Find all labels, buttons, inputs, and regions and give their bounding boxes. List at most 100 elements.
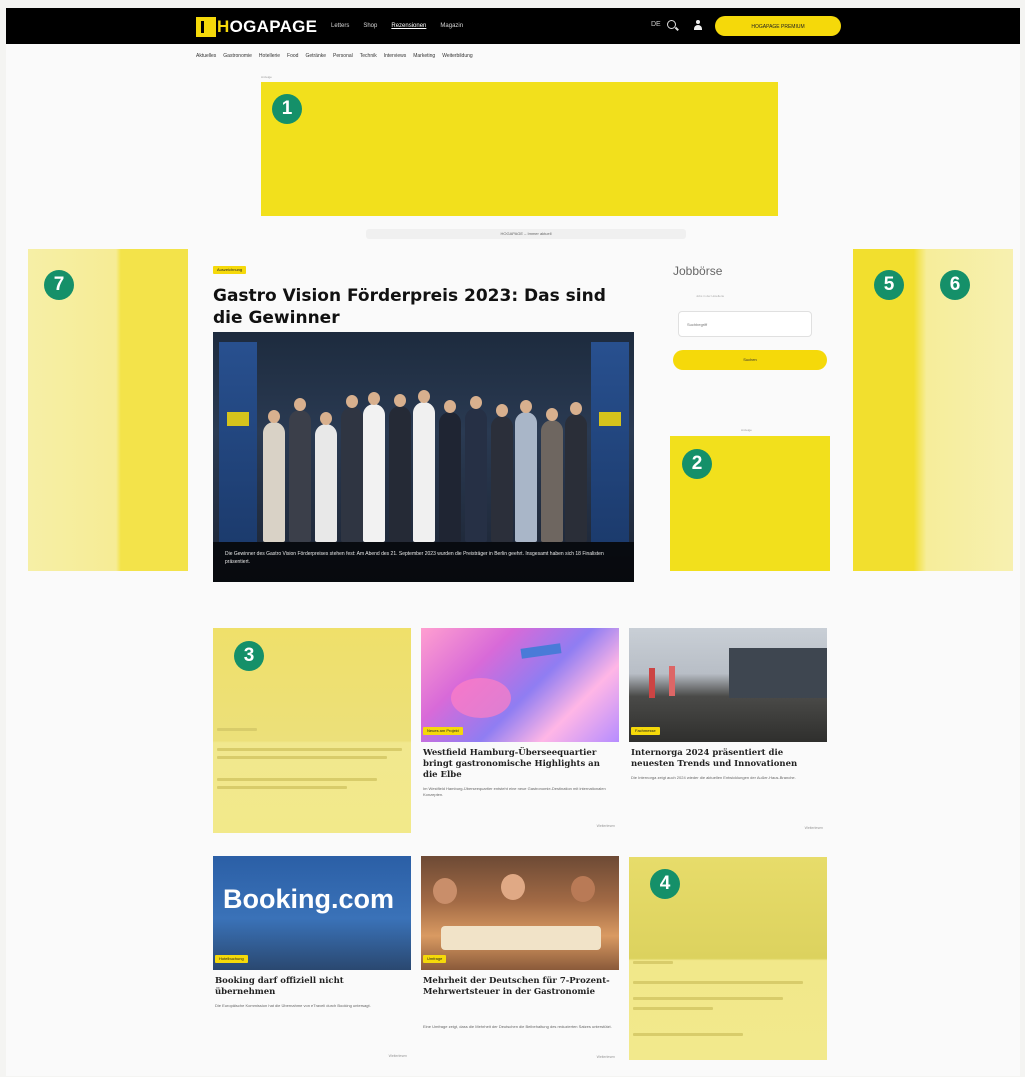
photo-person	[289, 398, 311, 542]
photo-person	[263, 410, 285, 542]
article-kicker[interactable]: Neues am Projekt	[423, 727, 463, 735]
article-title[interactable]: Mehrheit der Deutschen für 7-Prozent-Meh…	[423, 976, 615, 998]
category-item[interactable]: Hotellerie	[259, 52, 280, 60]
nav-item-magazin[interactable]: Magazin	[440, 22, 463, 30]
article-teaser: Die Europäische Kommission hat die Übern…	[215, 1003, 371, 1008]
photo-banner-left	[219, 342, 257, 542]
image-detail	[451, 678, 511, 718]
ad-text-placeholder	[633, 981, 803, 984]
marker-6: 6	[940, 270, 970, 300]
photo-person	[363, 392, 385, 542]
ad-text-placeholder	[633, 1033, 743, 1036]
booking-logo: Booking.com	[223, 884, 395, 914]
article-image: Booking.com Hotelbuchung	[213, 856, 411, 970]
caption-text: Die Gewinner des Gastro Vision Förderpre…	[225, 551, 604, 565]
main-nav: Letters Shop Rezensionen Magazin	[331, 22, 463, 30]
jobs-widget-subtitle: Jobs in der Hotellerie	[696, 294, 725, 298]
lead-photo[interactable]: Die Gewinner des Gastro Vision Förderpre…	[213, 332, 634, 582]
jobs-widget-title: Jobbörse	[673, 264, 723, 278]
search-icon[interactable]	[667, 20, 676, 29]
page: HOGAPAGE Letters Shop Rezensionen Magazi…	[6, 8, 1020, 1076]
job-search-input[interactable]	[678, 311, 812, 337]
logo-mark-icon	[196, 17, 216, 37]
read-more-link[interactable]: Weiterlesen	[597, 824, 615, 828]
ad-kicker-placeholder	[217, 728, 257, 731]
image-detail	[441, 926, 601, 950]
marker-1: 1	[272, 94, 302, 124]
billboard-ad-slot[interactable]	[261, 82, 778, 216]
image-detail	[649, 668, 655, 698]
article-teaser: Im Westfield Hamburg-Überseequartier ent…	[423, 786, 606, 797]
article-card[interactable]: Neues am Projekt Westfield Hamburg-Übers…	[421, 628, 619, 838]
marker-7: 7	[44, 270, 74, 300]
ad-kicker-placeholder	[633, 961, 673, 964]
category-item[interactable]: Gastronomie	[223, 52, 252, 60]
photo-person	[515, 400, 537, 542]
read-more-link[interactable]: Weiterlesen	[805, 826, 823, 830]
category-item[interactable]: Interviews	[384, 52, 407, 60]
image-detail	[669, 666, 675, 696]
photo-person	[439, 400, 461, 542]
category-item[interactable]: Personal	[333, 52, 353, 60]
read-more-link[interactable]: Weiterlesen	[597, 1055, 615, 1059]
article-title[interactable]: Westfield Hamburg-Überseequartier bringt…	[423, 748, 615, 781]
article-kicker[interactable]: Umfrage	[423, 955, 447, 963]
image-detail	[433, 878, 457, 904]
article-card[interactable]: Fachmesse Internorga 2024 präsentiert di…	[629, 628, 827, 838]
ad-text-placeholder	[217, 778, 377, 781]
article-card[interactable]: Umfrage Mehrheit der Deutschen für 7-Pro…	[421, 856, 619, 1066]
photo-person	[465, 396, 487, 542]
article-image: Fachmesse	[629, 628, 827, 742]
ad-label-top: Anzeige	[261, 75, 272, 79]
right-skyscraper-ad-slot[interactable]	[853, 249, 1013, 571]
lead-headline[interactable]: Gastro Vision Förderpreis 2023: Das sind…	[213, 285, 633, 329]
lead-kicker[interactable]: Auszeichnung	[213, 266, 247, 274]
category-item[interactable]: Weiterbildung	[442, 52, 472, 60]
premium-button[interactable]: HOGAPAGE PREMIUM	[715, 16, 841, 36]
top-navigation-bar: HOGAPAGE Letters Shop Rezensionen Magazi…	[6, 8, 1020, 44]
article-kicker[interactable]: Hotelbuchung	[215, 955, 248, 963]
nav-item-rezensionen[interactable]: Rezensionen	[391, 22, 426, 30]
photo-person	[565, 402, 587, 542]
photo-person	[541, 408, 563, 542]
article-card[interactable]: Booking.com Hotelbuchung Booking darf of…	[213, 856, 411, 1066]
teaser-strip[interactable]: HOGAPAGE – Immer aktuell	[366, 229, 686, 239]
ad-text-placeholder	[217, 786, 347, 789]
nav-item-newsletter[interactable]: Letters	[331, 22, 349, 30]
image-detail	[501, 874, 525, 900]
marker-2: 2	[682, 449, 712, 479]
article-kicker[interactable]: Fachmesse	[631, 727, 660, 735]
category-item[interactable]: Aktuelles	[196, 52, 216, 60]
photo-person	[315, 412, 337, 542]
article-teaser: Die Internorga zeigt auch 2024 wieder di…	[631, 775, 796, 780]
category-bar: Aktuelles Gastronomie Hotellerie Food Ge…	[196, 52, 473, 60]
photo-person	[389, 394, 411, 542]
ad-label-sidebar: Anzeige	[741, 428, 752, 432]
marker-4: 4	[650, 869, 680, 899]
job-search-button[interactable]: Suchen	[673, 350, 827, 370]
lead-photo-caption: Die Gewinner des Gastro Vision Förderpre…	[213, 542, 634, 582]
article-title[interactable]: Booking darf offiziell nicht übernehmen	[215, 976, 407, 998]
category-item[interactable]: Technik	[360, 52, 377, 60]
article-title[interactable]: Internorga 2024 präsentiert die neuesten…	[631, 748, 823, 770]
photo-banner-right	[591, 342, 629, 542]
user-icon[interactable]	[694, 20, 702, 30]
category-item[interactable]: Marketing	[413, 52, 435, 60]
ad-text-placeholder	[217, 748, 402, 751]
image-detail	[520, 643, 562, 659]
category-item[interactable]: Food	[287, 52, 298, 60]
logo-text: HOGAPAGE	[217, 17, 318, 36]
ad-text-placeholder	[633, 997, 783, 1000]
nav-item-shop[interactable]: Shop	[363, 22, 377, 30]
image-detail	[571, 876, 595, 902]
language-switch[interactable]: DE	[651, 21, 661, 28]
marker-5: 5	[874, 270, 904, 300]
hogapage-logo[interactable]: HOGAPAGE	[196, 16, 317, 38]
article-image: Umfrage	[421, 856, 619, 970]
read-more-link[interactable]: Weiterlesen	[389, 1054, 407, 1058]
photo-person	[491, 404, 513, 542]
image-detail	[729, 648, 827, 698]
article-image: Neues am Projekt	[421, 628, 619, 742]
category-item[interactable]: Getränke	[305, 52, 326, 60]
photo-person	[413, 390, 435, 542]
